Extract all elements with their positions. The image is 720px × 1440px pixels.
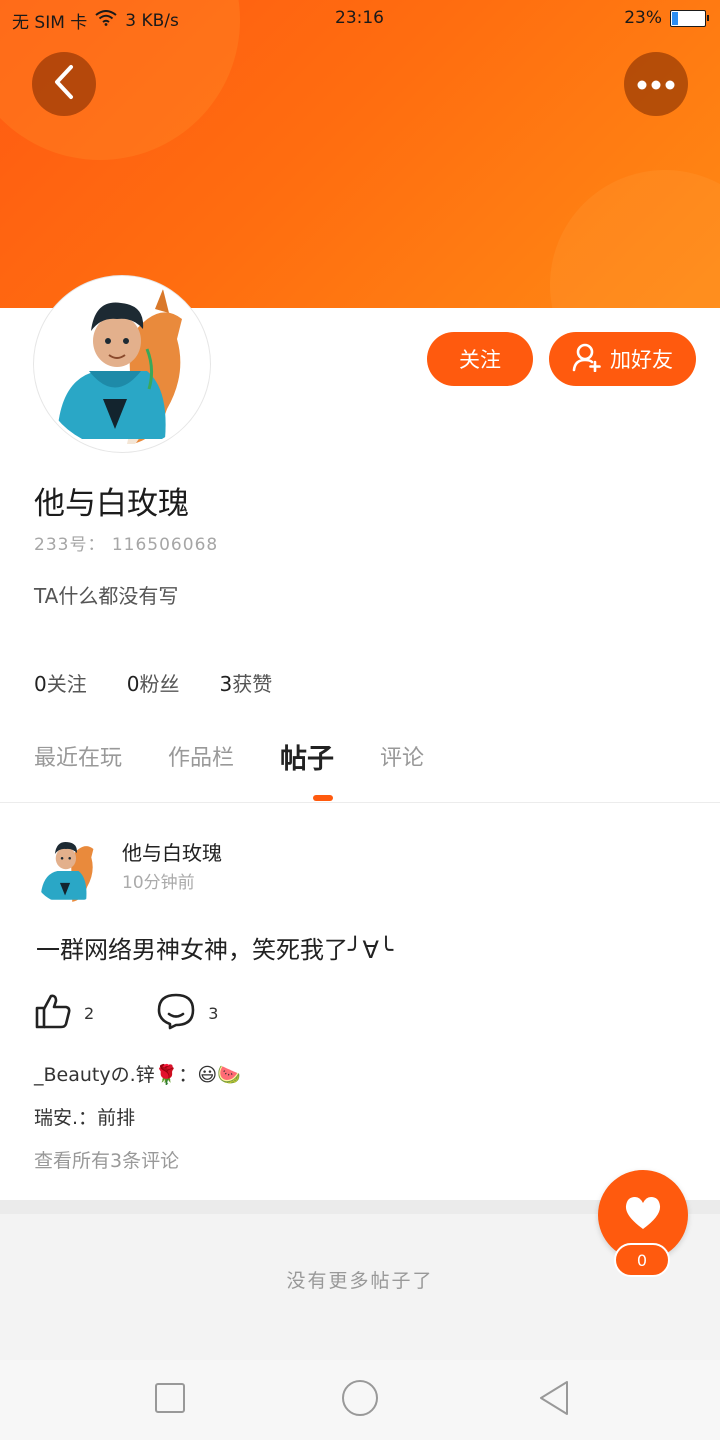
carrier-label: 无 SIM 卡 — [12, 13, 88, 33]
profile-tabs: 最近在玩 作品栏 帖子 评论 — [34, 740, 470, 776]
stat-following[interactable]: 0关注 — [34, 668, 87, 697]
avatar-illustration — [32, 832, 104, 904]
comment-text: 前排 — [97, 1107, 136, 1129]
more-options-button[interactable] — [624, 52, 688, 116]
network-speed: 3 KB/s — [125, 10, 179, 31]
comment-preview[interactable]: 瑞安.：前排 — [34, 1103, 135, 1130]
post-author-avatar[interactable] — [32, 832, 104, 904]
active-tab-indicator — [313, 795, 333, 801]
follow-label: 关注 — [459, 348, 501, 372]
comment-bubble-icon — [156, 992, 196, 1034]
profile-username: 他与白玫瑰 — [34, 486, 189, 522]
comment-preview[interactable]: _Beautyの.锌🌹：😃🍉 — [34, 1060, 241, 1087]
thumbs-up-icon — [34, 992, 72, 1034]
system-back-button[interactable] — [532, 1378, 576, 1422]
system-nav-bar — [0, 1360, 720, 1440]
tab-comments[interactable]: 评论 — [380, 740, 424, 776]
divider — [0, 802, 720, 803]
like-button[interactable]: 2 — [34, 992, 94, 1034]
profile-uid: 233号： 116506068 — [34, 535, 219, 555]
stat-likes: 3获赞 — [219, 672, 273, 696]
no-more-posts-text: 没有更多帖子了 — [286, 1270, 434, 1292]
triangle-back-icon — [537, 1380, 571, 1420]
add-friend-button[interactable]: 加好友 — [549, 332, 696, 386]
profile-banner — [0, 0, 720, 308]
home-button[interactable] — [338, 1378, 382, 1422]
stat-fans[interactable]: 0粉丝 — [127, 668, 180, 697]
battery-icon — [670, 9, 709, 27]
more-dots-icon — [636, 75, 676, 94]
square-icon — [154, 1382, 186, 1418]
tab-works[interactable]: 作品栏 — [168, 740, 234, 776]
tab-recently-played[interactable]: 最近在玩 — [34, 740, 122, 776]
tab-posts[interactable]: 帖子 — [280, 737, 334, 776]
comment-count: 3 — [208, 1003, 219, 1023]
chevron-left-icon — [52, 64, 76, 104]
profile-stats: 0关注 0粉丝 3获赞 — [34, 668, 272, 697]
post-content[interactable]: 一群网络男神女神，笑死我了╯∀╰ — [36, 930, 393, 965]
comment-author: _Beautyの.锌🌹 — [34, 1064, 179, 1086]
add-friend-label: 加好友 — [610, 348, 673, 372]
recent-apps-button[interactable] — [148, 1378, 192, 1422]
banner-decoration — [550, 170, 720, 308]
circle-icon — [341, 1379, 379, 1421]
view-all-comments-link[interactable]: 查看所有3条评论 — [34, 1146, 179, 1173]
back-button[interactable] — [32, 52, 96, 116]
post-author-name[interactable]: 他与白玫瑰 — [122, 837, 222, 866]
follow-button[interactable]: 关注 — [427, 332, 533, 386]
add-user-icon — [572, 342, 602, 377]
like-count: 2 — [84, 1003, 95, 1023]
profile-like-count: 0 — [614, 1243, 670, 1277]
status-bar: 无 SIM 卡 3 KB/s 23:16 23% — [0, 0, 720, 36]
post-actions: 2 3 — [34, 992, 280, 1034]
post-timestamp: 10分钟前 — [122, 873, 195, 893]
heart-icon — [623, 1195, 663, 1235]
wifi-icon — [95, 10, 117, 31]
avatar-illustration — [37, 279, 207, 449]
comment-button[interactable]: 3 — [156, 992, 218, 1034]
profile-avatar[interactable] — [34, 276, 210, 452]
battery-percent: 23% — [624, 8, 662, 28]
profile-bio: TA什么都没有写 — [34, 584, 179, 608]
clock: 23:16 — [335, 8, 384, 28]
comment-author: 瑞安. — [34, 1107, 79, 1129]
comment-text: 😃🍉 — [197, 1064, 241, 1086]
